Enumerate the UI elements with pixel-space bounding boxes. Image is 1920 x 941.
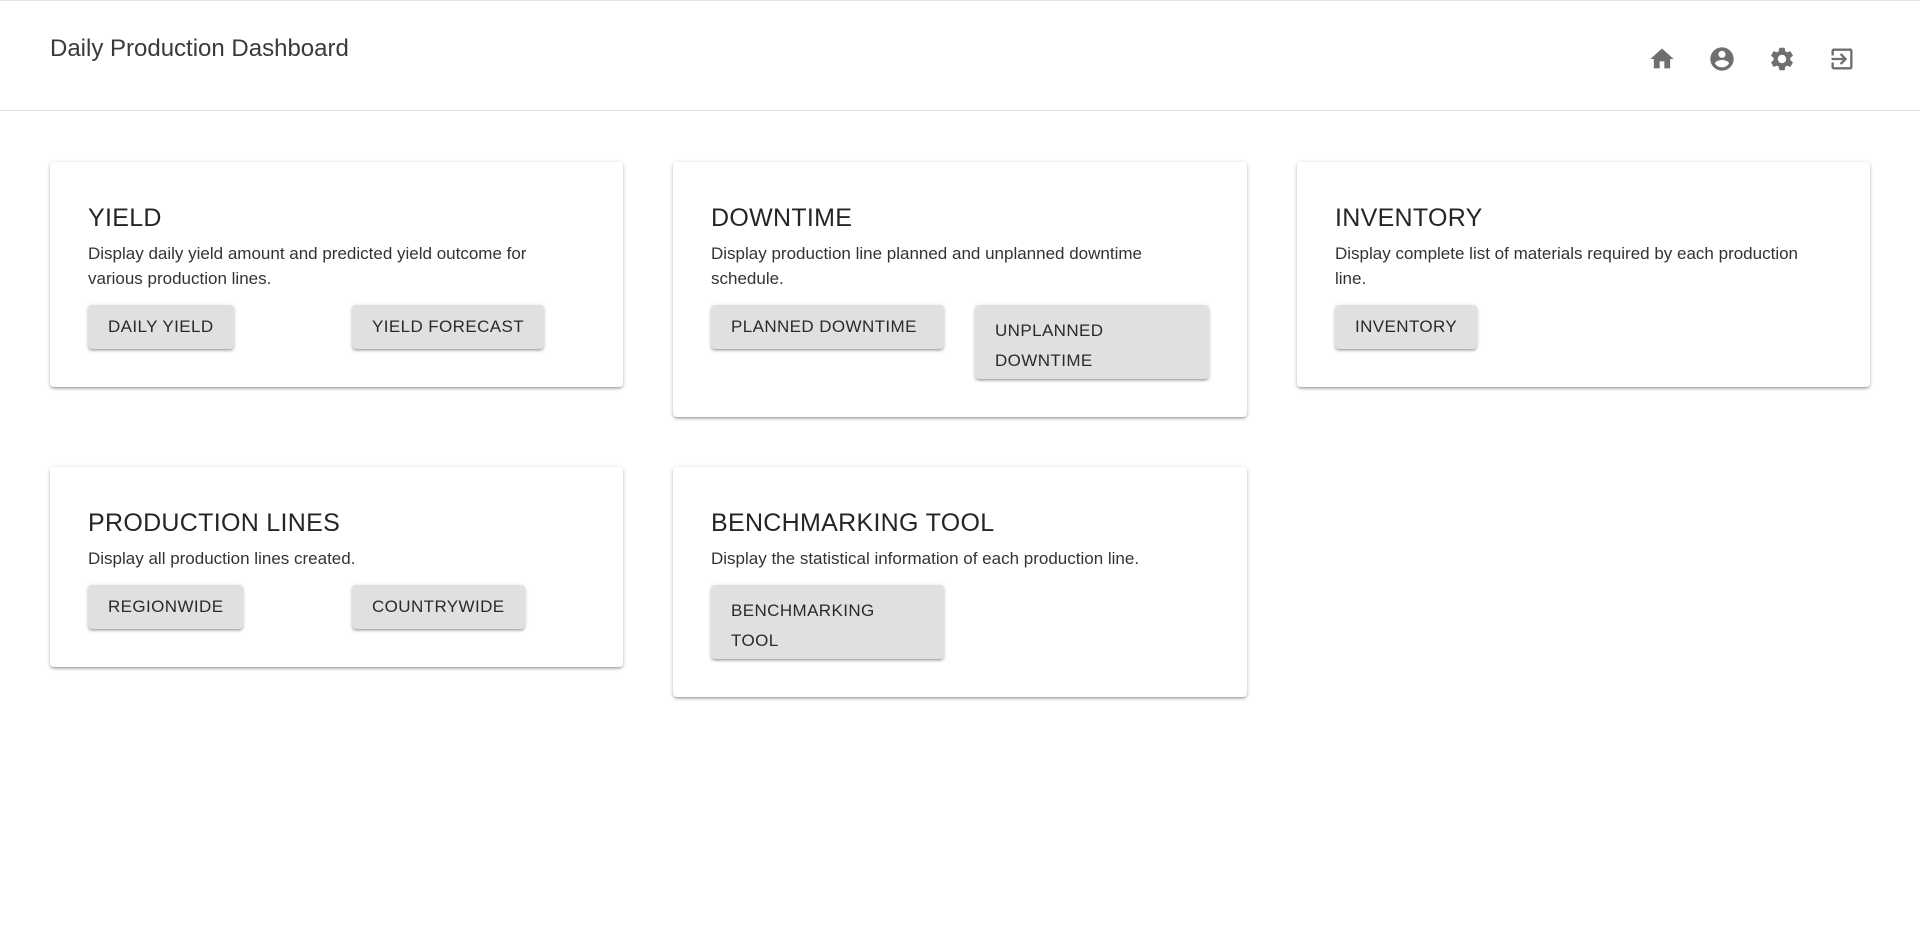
yield-card: YIELD Display daily yield amount and pre… xyxy=(50,162,623,387)
benchmarking-tool-button[interactable]: BENCHMARKING TOOL xyxy=(711,585,944,659)
header-actions xyxy=(1646,43,1858,75)
app-header: Daily Production Dashboard xyxy=(0,1,1920,111)
page-title: Daily Production Dashboard xyxy=(50,35,349,62)
card-description: Display daily yield amount and predicted… xyxy=(88,244,527,288)
account-circle-icon[interactable] xyxy=(1706,43,1738,75)
home-icon[interactable] xyxy=(1646,43,1678,75)
downtime-card: DOWNTIME Display production line planned… xyxy=(673,162,1247,417)
unplanned-downtime-button[interactable]: UNPLANNED DOWNTIME xyxy=(975,305,1209,379)
card-title: BENCHMARKING TOOL xyxy=(711,509,995,537)
inventory-button[interactable]: INVENTORY xyxy=(1335,305,1478,349)
card-description: Display production line planned and unpl… xyxy=(711,244,1142,288)
card-title: DOWNTIME xyxy=(711,204,853,232)
card-description: Display the statistical information of e… xyxy=(711,549,1140,568)
card-title: PRODUCTION LINES xyxy=(88,509,341,537)
card-title: YIELD xyxy=(88,204,162,232)
regionwide-button[interactable]: REGIONWIDE xyxy=(88,585,244,629)
daily-yield-button[interactable]: DAILY YIELD xyxy=(88,305,234,349)
countrywide-button[interactable]: COUNTRYWIDE xyxy=(352,585,525,629)
benchmarking-tool-card: BENCHMARKING TOOL Display the statistica… xyxy=(673,467,1247,697)
planned-downtime-button[interactable]: PLANNED DOWNTIME xyxy=(711,305,944,349)
settings-icon[interactable] xyxy=(1766,43,1798,75)
card-title: INVENTORY xyxy=(1335,204,1483,232)
yield-forecast-button[interactable]: YIELD FORECAST xyxy=(352,305,545,349)
production-lines-card: PRODUCTION LINES Display all production … xyxy=(50,467,623,667)
card-description: Display all production lines created. xyxy=(88,549,356,568)
card-description: Display complete list of materials requi… xyxy=(1335,244,1799,288)
logout-icon[interactable] xyxy=(1826,43,1858,75)
inventory-card: INVENTORY Display complete list of mater… xyxy=(1297,162,1870,387)
